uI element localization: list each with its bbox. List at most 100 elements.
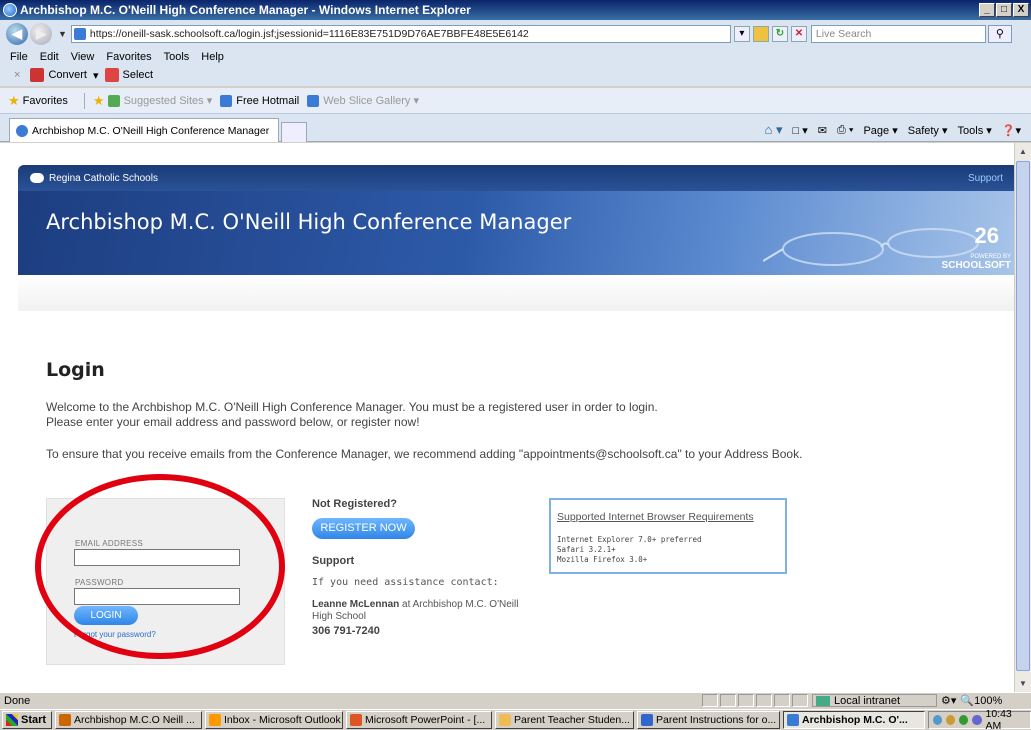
window-controls: _ □ X — [979, 3, 1029, 17]
status-cell — [720, 694, 736, 707]
status-cell — [774, 694, 790, 707]
tray-icon[interactable] — [946, 715, 956, 725]
tray-icon[interactable] — [959, 715, 969, 725]
tab-conference-manager[interactable]: Archbishop M.C. O'Neill High Conference … — [9, 118, 279, 142]
favorites-button[interactable]: Favorites — [23, 95, 68, 107]
home-icon[interactable]: ⌂ ▾ — [765, 122, 783, 138]
tab-row: Archbishop M.C. O'Neill High Conference … — [0, 114, 1031, 142]
not-registered-heading: Not Registered? — [312, 498, 397, 510]
taskbar-item[interactable]: Microsoft PowerPoint - [... — [346, 711, 492, 729]
convert-button[interactable]: Convert — [48, 69, 87, 81]
windows-taskbar: Start Archbishop M.C.O Neill ... Inbox -… — [0, 708, 1031, 730]
menu-help[interactable]: Help — [201, 51, 224, 63]
scroll-thumb[interactable] — [1016, 161, 1030, 671]
favorites-star-icon: ★ — [8, 92, 20, 108]
taskbar-item[interactable]: Archbishop M.C.O Neill ... — [55, 711, 202, 729]
tab-label: Archbishop M.C. O'Neill High Conference … — [32, 124, 270, 137]
site-banner: Archbishop M.C. O'Neill High Conference … — [18, 191, 1014, 275]
security-zone[interactable]: Local intranet — [812, 694, 937, 707]
new-tab-button[interactable] — [281, 122, 307, 142]
requirements-link[interactable]: Supported Internet Browser Requirements — [557, 511, 754, 523]
taskbar-item[interactable]: Parent Teacher Studen... — [495, 711, 634, 729]
calendar-number: 26 — [974, 223, 999, 248]
back-arrow-icon[interactable]: ◀ — [6, 23, 28, 45]
feeds-icon[interactable]: □ ▾ — [793, 124, 808, 137]
taskbar-item-label: Inbox - Microsoft Outlook — [224, 714, 341, 726]
help-icon[interactable]: ❓▾ — [1002, 124, 1021, 137]
ie-icon — [787, 714, 799, 726]
tools-menu[interactable]: Tools ▾ — [958, 124, 992, 137]
maximize-button[interactable]: □ — [996, 3, 1012, 17]
forward-arrow-icon[interactable]: ▶ — [30, 23, 52, 45]
menu-favorites[interactable]: Favorites — [106, 51, 151, 63]
address-input[interactable]: https://oneill-sask.schoolsoft.ca/login.… — [70, 25, 731, 43]
favorites-bar: ★ Favorites ★ Suggested Sites ▾ Free Hot… — [0, 88, 1031, 114]
fav-suggested-label: Suggested Sites ▾ — [123, 95, 213, 107]
search-placeholder: Live Search — [815, 28, 872, 40]
close-toolbar-icon[interactable]: × — [14, 69, 20, 81]
taskbar-item[interactable]: Inbox - Microsoft Outlook — [205, 711, 343, 729]
page-menu[interactable]: Page ▾ — [863, 124, 897, 137]
taskbar-item-label: Archbishop M.C.O Neill ... — [74, 714, 195, 726]
intro-text: Welcome to the Archbishop M.C. O'Neill H… — [46, 400, 946, 430]
convert-dropdown-icon[interactable]: ▾ — [93, 69, 99, 82]
fav-web-slice-gallery[interactable]: Web Slice Gallery ▾ — [307, 94, 419, 107]
stop-icon[interactable]: ✕ — [790, 26, 807, 42]
menu-view[interactable]: View — [71, 51, 95, 63]
protected-mode-icon[interactable]: ⚙▾ — [941, 694, 956, 707]
page-icon — [73, 28, 86, 40]
support-link[interactable]: Support — [968, 173, 1003, 184]
clock[interactable]: 10:43 AM — [986, 708, 1027, 730]
zone-label: Local intranet — [834, 694, 901, 707]
menu-edit[interactable]: Edit — [40, 51, 59, 63]
menu-tools[interactable]: Tools — [164, 51, 190, 63]
add-favorite-icon[interactable]: ★ — [93, 93, 105, 109]
minimize-button[interactable]: _ — [979, 3, 995, 17]
taskbar-item-active[interactable]: Archbishop M.C. O'... — [783, 711, 925, 729]
internet-explorer-icon — [3, 3, 17, 17]
zoom-control[interactable]: ⚙▾ 🔍100% — [941, 694, 1031, 707]
search-icon[interactable]: ⚲ — [987, 25, 1012, 43]
vertical-scrollbar[interactable]: ▲ ▼ — [1014, 143, 1031, 692]
zoom-level[interactable]: 🔍100% — [960, 694, 1002, 707]
window-title-bar: Archbishop M.C. O'Neill High Conference … — [0, 0, 1031, 20]
lock-icon[interactable] — [752, 26, 769, 42]
network-icon[interactable] — [972, 715, 982, 725]
contact-name: Leanne McLennan — [312, 599, 400, 610]
status-cell — [702, 694, 718, 707]
scroll-down-icon[interactable]: ▼ — [1015, 675, 1031, 692]
taskbar-item[interactable]: Parent Instructions for o... — [637, 711, 780, 729]
url-text: https://oneill-sask.schoolsoft.ca/login.… — [89, 28, 529, 40]
taskbar-item-label: Archbishop M.C. O'... — [802, 714, 908, 726]
red-highlight-circle — [35, 474, 285, 659]
fav-free-hotmail[interactable]: Free Hotmail — [220, 94, 299, 107]
intro-line-1: Welcome to the Archbishop M.C. O'Neill H… — [46, 400, 658, 414]
close-button[interactable]: X — [1013, 3, 1029, 17]
banner-title: Archbishop M.C. O'Neill High Conference … — [46, 210, 572, 234]
command-bar: ⌂ ▾ □ ▾ ✉ ⎙ ▾ Page ▾ Safety ▾ Tools ▾ ❓▾ — [765, 122, 1021, 138]
history-dropdown-icon[interactable]: ▼ — [58, 29, 67, 39]
status-cell — [756, 694, 772, 707]
brand-text: SCHOOLSOFT — [941, 260, 1011, 271]
tab-ie-icon — [16, 124, 28, 137]
address-dropdown-icon[interactable]: ▾ — [733, 26, 750, 42]
search-input[interactable]: Live Search — [810, 25, 986, 43]
menu-bar: File Edit View Favorites Tools Help — [0, 48, 1031, 65]
email-advice-text: To ensure that you receive emails from t… — [46, 447, 803, 461]
divider — [83, 92, 85, 109]
register-now-button[interactable]: REGISTER NOW — [312, 518, 415, 539]
select-button[interactable]: Select — [123, 69, 154, 81]
powerpoint-icon — [350, 714, 362, 726]
req-safari: Safari 3.2.1+ — [557, 545, 616, 554]
tray-icon[interactable] — [933, 715, 943, 725]
fav-suggested-sites[interactable]: Suggested Sites ▾ — [107, 94, 213, 107]
scroll-up-icon[interactable]: ▲ — [1015, 143, 1031, 160]
refresh-icon[interactable]: ↻ — [771, 26, 788, 42]
menu-file[interactable]: File — [10, 51, 28, 63]
mail-icon[interactable]: ✉ — [818, 124, 827, 137]
safety-menu[interactable]: Safety ▾ — [908, 124, 948, 137]
site-top-strip: Regina Catholic Schools Support — [18, 165, 1014, 191]
org-name: Regina Catholic Schools — [49, 172, 158, 184]
start-button[interactable]: Start — [2, 711, 52, 729]
print-icon[interactable]: ⎙ ▾ — [837, 124, 853, 137]
